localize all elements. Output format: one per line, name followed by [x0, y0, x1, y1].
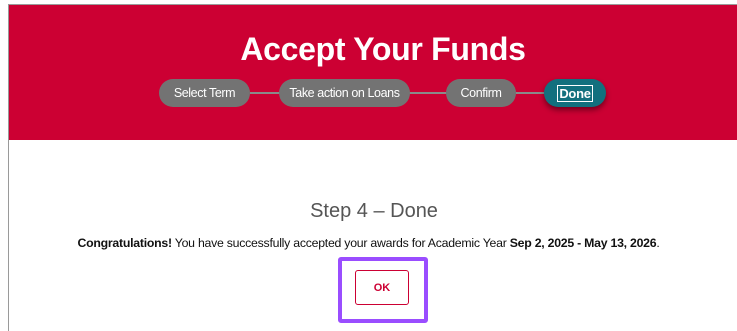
progress-stepper: Select Term Take action on Loans Confirm… — [9, 5, 737, 140]
ok-button[interactable]: OK — [355, 270, 409, 305]
success-message: Congratulations! You have successfully a… — [0, 236, 737, 250]
header-banner: Accept Your Funds Select Term Take actio… — [9, 5, 737, 140]
step-select-term[interactable]: Select Term — [159, 79, 250, 107]
stepper-connector — [409, 92, 447, 94]
step-label: Take action on Loans — [289, 86, 400, 100]
step-done[interactable]: Done — [544, 79, 606, 107]
stepper-connector — [515, 92, 545, 94]
academic-year-range: Sep 2, 2025 - May 13, 2026 — [509, 236, 657, 250]
message-trailing: . — [656, 236, 660, 250]
step-confirm[interactable]: Confirm — [446, 79, 516, 107]
stepper-connector — [250, 92, 280, 94]
step-take-action-on-loans[interactable]: Take action on Loans — [279, 79, 410, 107]
message-text: You have successfully accepted your awar… — [171, 236, 510, 250]
step-label: Confirm — [460, 86, 502, 100]
step-label: Select Term — [173, 86, 236, 100]
step-heading: Step 4 – Done — [310, 200, 438, 222]
message-lead: Congratulations! — [77, 236, 172, 250]
step-label: Done — [557, 84, 593, 102]
